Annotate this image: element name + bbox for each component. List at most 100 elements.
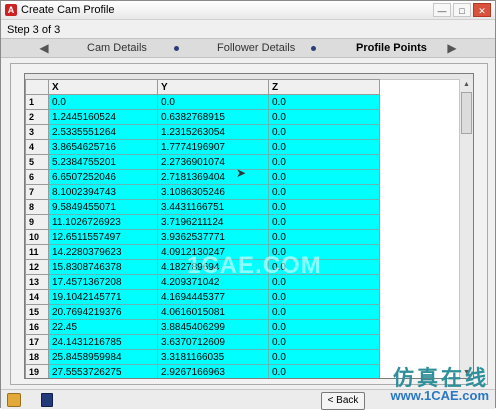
row-number[interactable]: 6 xyxy=(25,169,49,185)
table-row[interactable]: 6 6.6507252046 2.7181369404 0.0 xyxy=(25,169,380,185)
x-cell[interactable]: 15.8308746378 xyxy=(48,259,158,275)
x-cell[interactable]: 9.5849455071 xyxy=(48,199,158,215)
x-cell[interactable]: 5.2384755201 xyxy=(48,154,158,170)
row-number[interactable]: 14 xyxy=(25,289,49,305)
z-cell[interactable]: 0.0 xyxy=(268,199,380,215)
x-cell[interactable]: 8.1002394743 xyxy=(48,184,158,200)
x-cell[interactable]: 25.8458959984 xyxy=(48,349,158,365)
y-cell[interactable]: 3.3181166035 xyxy=(157,349,269,365)
x-cell[interactable]: 19.1042145771 xyxy=(48,289,158,305)
x-cell[interactable]: 12.6511557497 xyxy=(48,229,158,245)
x-cell[interactable]: 22.45 xyxy=(48,319,158,335)
x-cell[interactable]: 11.1026726923 xyxy=(48,214,158,230)
tab-cam-details[interactable]: Cam Details xyxy=(87,42,147,54)
y-cell[interactable]: 3.9362537771 xyxy=(157,229,269,245)
table-row[interactable]: 1 0.0 0.0 0.0 xyxy=(25,94,380,110)
y-cell[interactable]: 0.0 xyxy=(157,94,269,110)
row-number[interactable]: 15 xyxy=(25,304,49,320)
x-cell[interactable]: 0.0 xyxy=(48,94,158,110)
table-row[interactable]: 3 2.5335551264 1.2315263054 0.0 xyxy=(25,124,380,140)
close-button[interactable]: ✕ xyxy=(473,3,491,17)
y-cell[interactable]: 2.9267166963 xyxy=(157,364,269,378)
table-row[interactable]: 17 24.1431216785 3.6370712609 0.0 xyxy=(25,334,380,350)
y-cell[interactable]: 3.6370712609 xyxy=(157,334,269,350)
row-number[interactable]: 2 xyxy=(25,109,49,125)
prev-arrow-icon[interactable]: ◀ xyxy=(38,41,50,55)
row-number[interactable]: 8 xyxy=(25,199,49,215)
y-cell[interactable]: 4.0616015081 xyxy=(157,304,269,320)
table-row[interactable]: 16 22.45 3.8845406299 0.0 xyxy=(25,319,380,335)
z-cell[interactable]: 0.0 xyxy=(268,184,380,200)
z-cell[interactable]: 0.0 xyxy=(268,364,380,378)
table-row[interactable]: 2 1.2445160524 0.6382768915 0.0 xyxy=(25,109,380,125)
row-number[interactable]: 9 xyxy=(25,214,49,230)
row-number[interactable]: 4 xyxy=(25,139,49,155)
scroll-up-icon[interactable]: ▲ xyxy=(460,79,473,91)
table-row[interactable]: 7 8.1002394743 3.1086305246 0.0 xyxy=(25,184,380,200)
x-cell[interactable]: 2.5335551264 xyxy=(48,124,158,140)
y-cell[interactable]: 2.2736901074 xyxy=(157,154,269,170)
minimize-button[interactable]: — xyxy=(433,3,451,17)
x-cell[interactable]: 3.8654625716 xyxy=(48,139,158,155)
vertical-scrollbar[interactable]: ▲ ▼ xyxy=(459,79,473,378)
save-icon[interactable] xyxy=(41,393,53,407)
column-header-x[interactable]: X xyxy=(48,79,158,95)
x-cell[interactable]: 27.5553726275 xyxy=(48,364,158,378)
z-cell[interactable]: 0.0 xyxy=(268,109,380,125)
maximize-button[interactable]: □ xyxy=(453,3,471,17)
y-cell[interactable]: 3.8845406299 xyxy=(157,319,269,335)
tab-profile-points[interactable]: Profile Points xyxy=(356,42,427,54)
row-number[interactable]: 3 xyxy=(25,124,49,140)
x-cell[interactable]: 6.6507252046 xyxy=(48,169,158,185)
row-number[interactable]: 7 xyxy=(25,184,49,200)
table-row[interactable]: 4 3.8654625716 1.7774196907 0.0 xyxy=(25,139,380,155)
z-cell[interactable]: 0.0 xyxy=(268,304,380,320)
z-cell[interactable]: 0.0 xyxy=(268,139,380,155)
tab-follower-details[interactable]: Follower Details xyxy=(217,42,295,54)
scroll-thumb[interactable] xyxy=(461,92,472,134)
z-cell[interactable]: 0.0 xyxy=(268,169,380,185)
import-icon[interactable] xyxy=(7,393,21,407)
row-number[interactable]: 18 xyxy=(25,349,49,365)
table-row[interactable]: 9 11.1026726923 3.7196211124 0.0 xyxy=(25,214,380,230)
row-number[interactable]: 5 xyxy=(25,154,49,170)
y-cell[interactable]: 3.7196211124 xyxy=(157,214,269,230)
table-row[interactable]: 18 25.8458959984 3.3181166035 0.0 xyxy=(25,349,380,365)
x-cell[interactable]: 14.2280379623 xyxy=(48,244,158,260)
row-number[interactable]: 13 xyxy=(25,274,49,290)
y-cell[interactable]: 1.2315263054 xyxy=(157,124,269,140)
x-cell[interactable]: 20.7694219376 xyxy=(48,304,158,320)
z-cell[interactable]: 0.0 xyxy=(268,214,380,230)
x-cell[interactable]: 24.1431216785 xyxy=(48,334,158,350)
z-cell[interactable]: 0.0 xyxy=(268,289,380,305)
table-row[interactable]: 14 19.1042145771 4.1694445377 0.0 xyxy=(25,289,380,305)
x-cell[interactable]: 1.2445160524 xyxy=(48,109,158,125)
z-cell[interactable]: 0.0 xyxy=(268,334,380,350)
y-cell[interactable]: 3.1086305246 xyxy=(157,184,269,200)
row-number[interactable]: 11 xyxy=(25,244,49,260)
table-row[interactable]: 5 5.2384755201 2.2736901074 0.0 xyxy=(25,154,380,170)
z-cell[interactable]: 0.0 xyxy=(268,229,380,245)
row-number[interactable]: 10 xyxy=(25,229,49,245)
next-arrow-icon[interactable]: ▶ xyxy=(446,41,458,55)
z-cell[interactable]: 0.0 xyxy=(268,319,380,335)
y-cell[interactable]: 0.6382768915 xyxy=(157,109,269,125)
column-header-y[interactable]: Y xyxy=(157,79,269,95)
z-cell[interactable]: 0.0 xyxy=(268,154,380,170)
x-cell[interactable]: 17.4571367208 xyxy=(48,274,158,290)
table-row[interactable]: 19 27.5553726275 2.9267166963 0.0 xyxy=(25,364,380,378)
title-bar[interactable]: A Create Cam Profile — □ ✕ xyxy=(1,1,495,20)
row-number[interactable]: 17 xyxy=(25,334,49,350)
row-number[interactable]: 19 xyxy=(25,364,49,378)
corner-header[interactable] xyxy=(25,79,49,95)
z-cell[interactable]: 0.0 xyxy=(268,124,380,140)
column-header-z[interactable]: Z xyxy=(268,79,380,95)
row-number[interactable]: 12 xyxy=(25,259,49,275)
y-cell[interactable]: 4.1694445377 xyxy=(157,289,269,305)
z-cell[interactable]: 0.0 xyxy=(268,349,380,365)
y-cell[interactable]: 1.7774196907 xyxy=(157,139,269,155)
row-number[interactable]: 1 xyxy=(25,94,49,110)
row-number[interactable]: 16 xyxy=(25,319,49,335)
y-cell[interactable]: 2.7181369404 xyxy=(157,169,269,185)
back-button[interactable]: < Back xyxy=(321,392,365,410)
